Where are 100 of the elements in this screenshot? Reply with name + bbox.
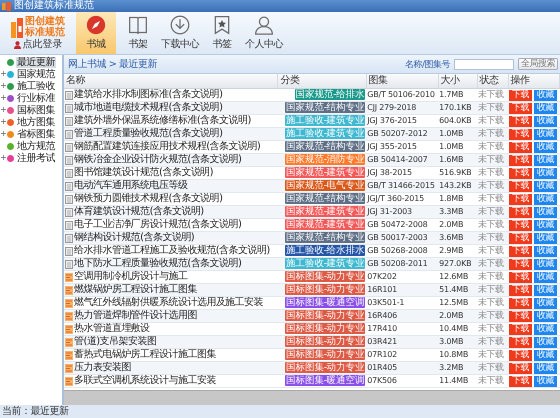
download-button[interactable]: 下载 [509,350,532,360]
download-button[interactable]: 下载 [509,194,532,204]
category-tag: 国标图集-动力专业 [285,284,366,295]
expand-toggle[interactable]: + [0,154,7,162]
nav-tab[interactable]: 书城 [76,12,116,54]
sidebar-item[interactable]: 国标图集 [16,104,56,116]
favorite-button[interactable]: 收藏 [534,350,558,360]
favorite-button[interactable]: 收藏 [534,376,558,386]
sidebar-item[interactable]: 地方规范 [16,140,56,152]
document-name[interactable]: 电子工业洁净厂房设计规范(含条文说明) [74,219,242,230]
nav-tab[interactable]: 下载中心 [160,12,200,54]
document-name[interactable]: 燃气红外线辐射供暖系统设计选用及施工安装 [74,297,264,308]
document-name[interactable]: 给水排水管道工程施工及验收规范(含条文说明) [74,245,270,256]
download-button[interactable]: 下载 [509,220,532,230]
document-name[interactable]: 热水管道直埋敷设 [74,323,150,334]
status-cell: 未下载 [478,220,504,230]
favorite-button[interactable]: 收藏 [534,284,558,296]
favorite-button[interactable]: 收藏 [534,102,558,114]
size-cell: 11.4MB [439,376,468,385]
favorite-button[interactable]: 收藏 [534,272,558,282]
status-cell: 未下载 [478,181,504,191]
download-button[interactable]: 下载 [509,272,532,282]
sidebar-item[interactable]: 行业标准 [16,92,56,104]
document-name[interactable]: 钢筋配置建筑连接应用技术规程(含条文说明) [74,141,260,152]
download-button[interactable]: 下载 [509,324,532,334]
expand-toggle[interactable]: + [0,82,7,90]
code-cell: CJJ 279-2018 [367,103,416,112]
download-button[interactable]: 下载 [509,90,532,100]
document-name[interactable]: 蓄热式电锅炉房工程设计施工图集 [74,349,216,360]
download-button[interactable]: 下载 [509,362,532,374]
favorite-button[interactable]: 收藏 [534,168,558,178]
atlas-icon [65,350,73,360]
book-icon [128,15,148,35]
document-name[interactable]: 多联式空调机系统设计与施工安装 [74,375,216,386]
favorite-button[interactable]: 收藏 [534,194,558,204]
sidebar-item[interactable]: 国家规范 [16,68,56,80]
favorite-button[interactable]: 收藏 [534,246,558,256]
download-button[interactable]: 下载 [509,180,532,192]
document-name[interactable]: 空调用制冷机房设计与施工 [74,271,188,282]
favorite-button[interactable]: 收藏 [534,310,558,322]
sidebar-item[interactable]: 最近更新 [16,56,56,68]
status-cell: 未下载 [478,168,504,178]
atlas-icon [65,364,73,372]
sidebar-item[interactable]: 施工验收 [16,80,56,92]
nav-tab[interactable]: 个人中心 [244,12,284,54]
download-button[interactable]: 下载 [509,116,532,126]
expand-toggle[interactable]: + [0,118,7,126]
download-button[interactable]: 下载 [509,298,532,308]
download-button[interactable]: 下载 [509,336,532,348]
expand-toggle[interactable]: + [0,130,7,138]
download-button[interactable]: 下载 [509,206,532,218]
favorite-button[interactable]: 收藏 [534,220,558,230]
download-button[interactable]: 下载 [509,258,532,270]
favorite-button[interactable]: 收藏 [534,298,558,308]
download-button[interactable]: 下载 [509,128,532,140]
download-button[interactable]: 下载 [509,284,532,296]
download-button[interactable]: 下载 [509,376,532,386]
expand-toggle[interactable]: + [0,94,7,102]
category-tag: 国家规范-结构专业 [285,141,366,152]
document-name[interactable]: 图书馆建筑设计规范(含条文说明) [74,167,214,178]
code-cell: 07K506 [367,376,397,385]
favorite-button[interactable]: 收藏 [534,180,558,192]
sidebar-item[interactable]: 地方图集 [16,116,56,128]
login-link[interactable]: 点此登录 [14,39,62,50]
download-button[interactable]: 下载 [509,142,532,152]
download-button[interactable]: 下载 [509,154,532,166]
size-cell: 12.5MB [439,298,468,307]
favorite-button[interactable]: 收藏 [534,116,558,126]
code-cell: 03R421 [367,337,398,346]
favorite-button[interactable]: 收藏 [534,362,558,374]
favorite-button[interactable]: 收藏 [534,232,558,244]
favorite-button[interactable]: 收藏 [534,206,558,218]
search-button[interactable]: 全局搜索 [518,58,558,70]
favorite-button[interactable]: 收藏 [534,258,558,270]
download-button[interactable]: 下载 [509,232,532,244]
expand-toggle[interactable]: + [0,70,7,78]
logo-icon [11,16,23,38]
favorite-button[interactable]: 收藏 [534,336,558,348]
favorite-button[interactable]: 收藏 [534,128,558,140]
document-name[interactable]: 建筑给水排水制图标准(含条文说明) [74,89,222,100]
document-name[interactable]: 建筑外墙外保温系统修缮标准(含条文说明) [74,115,251,126]
favorite-button[interactable]: 收藏 [534,324,558,334]
download-button[interactable]: 下载 [509,310,532,322]
category-tag: 国家规范-建筑专业 [285,219,366,230]
favorite-button[interactable]: 收藏 [534,154,558,166]
download-button[interactable]: 下载 [509,102,532,114]
document-name[interactable]: 钢铁预力圆锥技术规程(含条文说明) [74,193,222,204]
favorite-button[interactable]: 收藏 [534,90,558,100]
download-button[interactable]: 下载 [509,168,532,178]
size-cell: 1.0MB [439,129,464,138]
sidebar-item[interactable]: 省标图集 [16,128,56,140]
sidebar-item[interactable]: 注册考试 [16,152,56,164]
favorite-button[interactable]: 收藏 [534,142,558,152]
expand-toggle[interactable]: + [0,106,7,114]
search-field[interactable] [454,58,514,70]
status-cell: 未下载 [478,285,504,295]
download-button[interactable]: 下载 [509,246,532,256]
nav-tab[interactable]: 书签 [202,12,242,54]
breadcrumb[interactable]: 网上书城 > 最近更新 [68,57,401,71]
nav-tab[interactable]: 书架 [118,12,158,54]
